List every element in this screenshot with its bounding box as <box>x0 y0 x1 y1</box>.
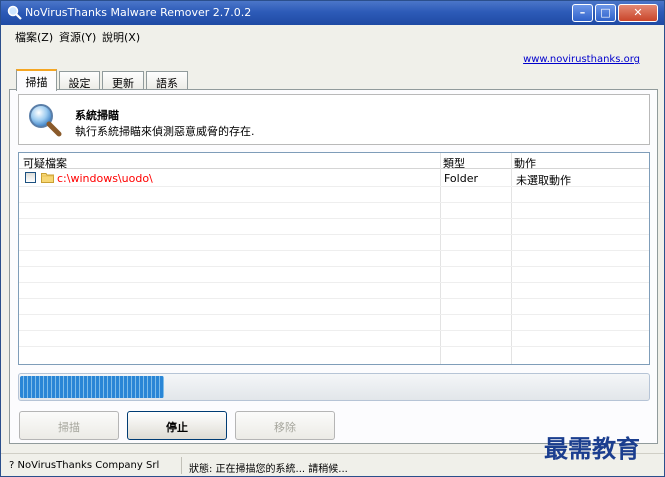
header-title: 系統掃瞄 <box>75 109 119 122</box>
column-type[interactable]: 類型 <box>443 155 465 171</box>
tab-scan[interactable]: 掃描 <box>16 69 57 91</box>
progress-fill <box>20 376 164 398</box>
website-link[interactable]: www.novirusthanks.org <box>523 54 640 65</box>
tab-settings[interactable]: 設定 <box>59 71 100 90</box>
minimize-button[interactable]: – <box>572 4 593 22</box>
suspicious-files-list[interactable]: 可疑檔案 類型 動作 c:\windows\uodo\ Folder 未選取動作 <box>18 152 650 365</box>
close-button[interactable]: ✕ <box>618 4 658 22</box>
app-window: NoVirusThanks Malware Remover 2.7.0.2 – … <box>0 0 665 477</box>
minimize-icon: – <box>579 6 586 19</box>
grid-line <box>19 298 649 299</box>
column-action[interactable]: 動作 <box>514 155 536 171</box>
row-checkbox[interactable] <box>25 172 36 183</box>
scan-panel: 系統掃瞄 執行系統掃瞄來偵測惡意威脅的存在. 可疑檔案 類型 動作 c:\win… <box>9 89 658 444</box>
maximize-button[interactable]: □ <box>595 4 616 22</box>
window-title: NoVirusThanks Malware Remover 2.7.0.2 <box>25 6 252 19</box>
scan-header: 系統掃瞄 執行系統掃瞄來偵測惡意威脅的存在. <box>18 94 650 145</box>
file-action: 未選取動作 <box>516 174 571 187</box>
remove-button[interactable]: 移除 <box>235 411 335 440</box>
scan-button[interactable]: 掃描 <box>19 411 119 440</box>
tab-language[interactable]: 語系 <box>146 71 188 90</box>
file-type: Folder <box>444 172 478 185</box>
app-magnifier-icon <box>7 5 22 20</box>
grid-line <box>19 314 649 315</box>
menu-resources[interactable]: 資源(Y) <box>59 29 96 45</box>
header-description: 執行系統掃瞄來偵測惡意威脅的存在. <box>75 125 255 138</box>
grid-line <box>19 218 649 219</box>
grid-line <box>19 234 649 235</box>
status-message: 狀態: 正在掃描您的系統... 請稍候... <box>189 464 348 475</box>
status-divider <box>181 457 182 474</box>
grid-line <box>19 282 649 283</box>
column-file[interactable]: 可疑檔案 <box>23 155 67 171</box>
grid-line <box>19 202 649 203</box>
close-icon: ✕ <box>633 6 643 19</box>
company-name: ? NoVirusThanks Company Srl <box>9 460 160 471</box>
file-path: c:\windows\uodo\ <box>57 172 153 185</box>
stop-button[interactable]: 停止 <box>127 411 227 440</box>
window-controls: – □ ✕ <box>572 4 658 22</box>
grid-line <box>19 266 649 267</box>
menu-file[interactable]: 檔案(Z) <box>15 29 53 45</box>
maximize-icon: □ <box>600 6 611 19</box>
watermark-logo: 最需教育 <box>544 434 640 463</box>
list-header: 可疑檔案 類型 動作 <box>19 153 649 171</box>
grid-line <box>19 346 649 347</box>
table-row[interactable]: c:\windows\uodo\ Folder 未選取動作 <box>19 170 649 187</box>
menu-bar: 檔案(Z) 資源(Y) 說明(X) <box>1 25 664 45</box>
scan-progress-bar <box>18 373 650 401</box>
tab-update[interactable]: 更新 <box>102 71 144 90</box>
grid-line <box>19 330 649 331</box>
folder-icon <box>41 173 54 183</box>
grid-line <box>19 250 649 251</box>
magnifier-icon <box>29 104 62 137</box>
title-bar[interactable]: NoVirusThanks Malware Remover 2.7.0.2 – … <box>1 1 664 25</box>
menu-help[interactable]: 說明(X) <box>102 29 140 45</box>
